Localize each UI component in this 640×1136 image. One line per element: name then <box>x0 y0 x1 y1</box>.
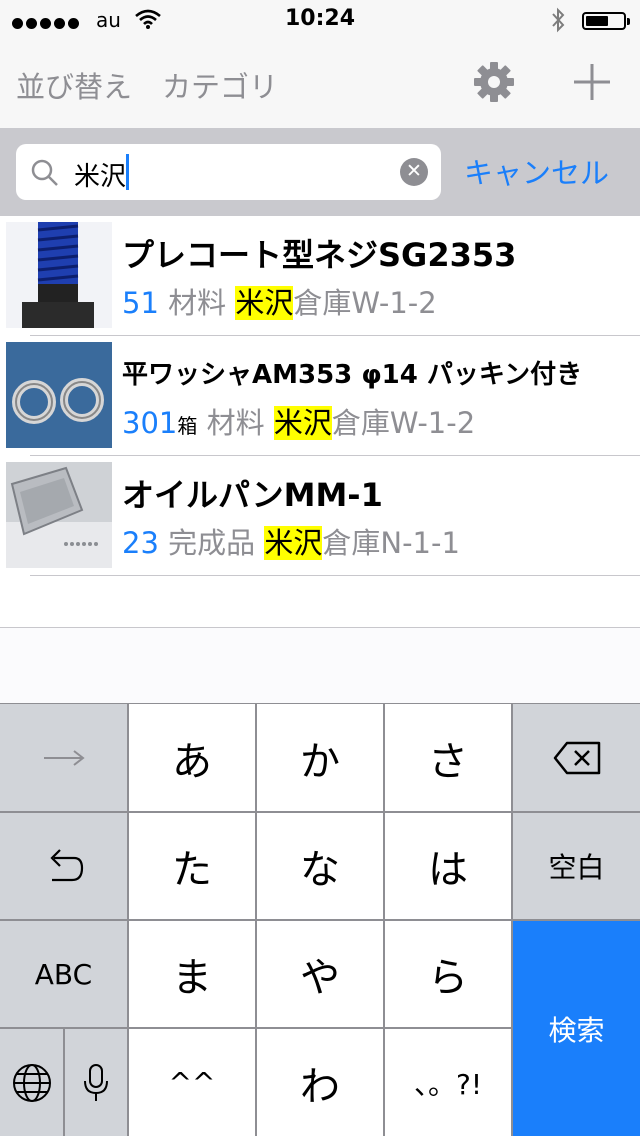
screw-thumbnail <box>6 222 112 328</box>
key-kaomoji[interactable]: ^^ <box>129 1029 255 1136</box>
list-item[interactable]: プレコート型ネジSG2353 51 材料 米沢倉庫W-1-2 <box>0 216 640 336</box>
clock-time: 10:24 <box>284 6 356 31</box>
key-ma[interactable]: ま <box>129 921 255 1027</box>
battery-icon <box>582 12 630 30</box>
list-item[interactable]: オイルパンMM-1 23 完成品 米沢倉庫N-1-1 <box>0 456 640 576</box>
item-location: 倉庫N-1-1 <box>322 526 460 560</box>
search-query-text: 米沢 <box>74 162 127 192</box>
item-meta: 301箱 材料 米沢倉庫W-1-2 <box>122 400 475 442</box>
item-location: 倉庫W-1-2 <box>293 286 437 320</box>
key-ka[interactable]: か <box>257 704 383 811</box>
item-quantity: 301 <box>122 406 178 440</box>
globe-icon[interactable] <box>0 1029 63 1136</box>
item-category: 完成品 <box>168 526 256 560</box>
item-title: プレコート型ネジSG2353 <box>122 236 517 274</box>
key-na[interactable]: な <box>257 813 383 919</box>
sort-button[interactable]: 並び替え <box>16 64 132 106</box>
key-wa[interactable]: わ <box>257 1029 383 1136</box>
search-bar: 米沢 ✕ キャンセル <box>0 128 640 216</box>
plus-icon[interactable] <box>570 60 614 108</box>
delete-key[interactable] <box>513 704 640 811</box>
item-quantity: 23 <box>122 526 159 560</box>
item-quantity: 51 <box>122 286 159 320</box>
item-meta: 51 材料 米沢倉庫W-1-2 <box>122 280 437 322</box>
search-input[interactable]: 米沢 ✕ <box>16 144 441 200</box>
search-key[interactable]: 検索 <box>513 921 640 1136</box>
item-category: 材料 <box>206 406 265 440</box>
bluetooth-icon <box>550 6 566 38</box>
category-button[interactable]: カテゴリ <box>162 64 278 106</box>
navigation-bar: 並び替え カテゴリ <box>0 40 640 128</box>
key-ra[interactable]: ら <box>385 921 511 1027</box>
japanese-keyboard: あ か さ た な は 空白 ABC ま や ら 検索 ^^ わ 、。?! <box>0 703 640 1136</box>
cancel-button[interactable]: キャンセル <box>464 150 609 192</box>
key-ha[interactable]: は <box>385 813 511 919</box>
undo-key[interactable] <box>0 813 127 919</box>
washer-thumbnail <box>6 342 112 448</box>
item-meta: 23 完成品 米沢倉庫N-1-1 <box>122 520 460 562</box>
abc-key[interactable]: ABC <box>0 921 127 1027</box>
space-key[interactable]: 空白 <box>513 813 640 919</box>
key-a[interactable]: あ <box>129 704 255 811</box>
list-item[interactable]: 平ワッシャAM353 φ14 パッキン付き 301箱 材料 米沢倉庫W-1-2 <box>0 336 640 456</box>
item-category: 材料 <box>168 286 227 320</box>
text-cursor <box>126 154 129 190</box>
item-location: 倉庫W-1-2 <box>331 406 476 440</box>
key-ta[interactable]: た <box>129 813 255 919</box>
key-punctuation[interactable]: 、。?! <box>385 1029 511 1136</box>
next-candidate-key[interactable] <box>0 704 127 811</box>
status-bar: au 10:24 <box>0 0 640 40</box>
row-divider <box>30 575 640 576</box>
empty-list-area <box>0 628 640 703</box>
key-ya[interactable]: や <box>257 921 383 1027</box>
clear-icon[interactable]: ✕ <box>400 158 428 186</box>
search-highlight: 米沢 <box>264 526 323 560</box>
item-title: オイルパンMM-1 <box>122 476 383 514</box>
key-sa[interactable]: さ <box>385 704 511 811</box>
search-highlight: 米沢 <box>273 406 332 440</box>
search-icon <box>30 158 60 192</box>
item-title: 平ワッシャAM353 φ14 パッキン付き <box>122 360 583 390</box>
search-highlight: 米沢 <box>235 286 294 320</box>
oil-pan-thumbnail <box>6 462 112 568</box>
gear-icon[interactable] <box>472 60 516 108</box>
microphone-icon[interactable] <box>65 1029 127 1136</box>
item-unit: 箱 <box>177 414 198 438</box>
